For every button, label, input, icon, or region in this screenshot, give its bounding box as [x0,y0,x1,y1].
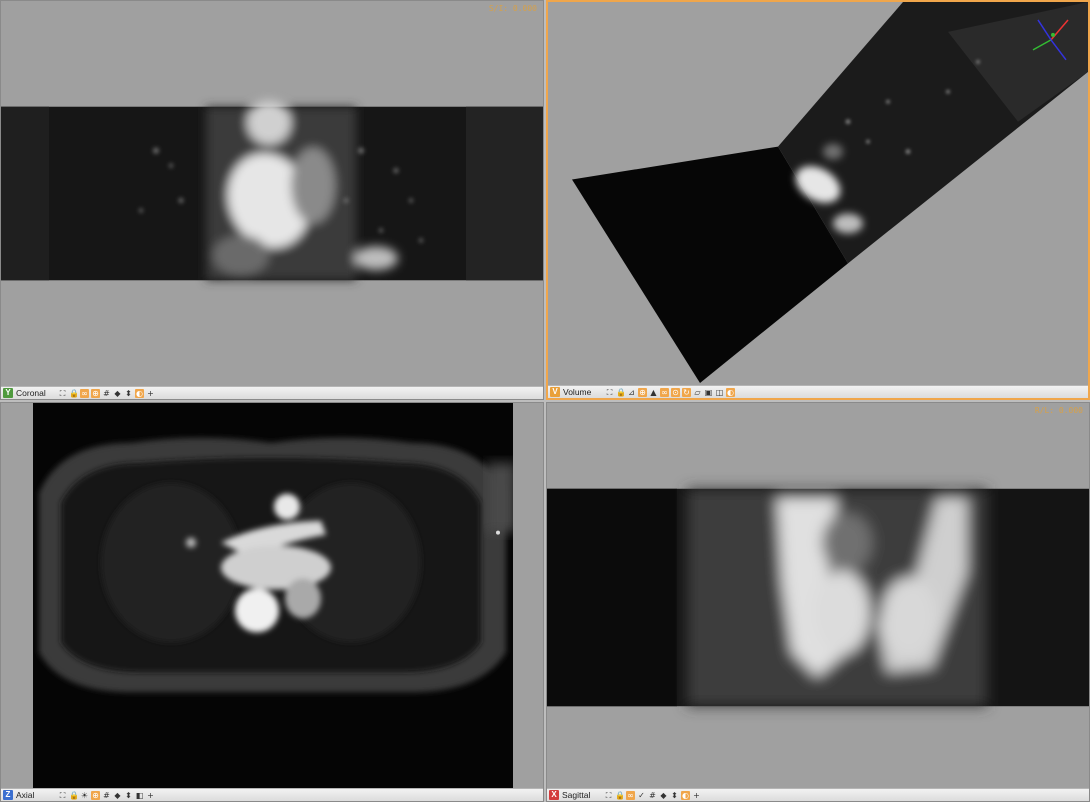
sagittal-toolbar: X Sagittal ⛶ 🔒 ∞ ✓ # ◆ ⬍ ◐ + [547,788,1089,801]
link-icon[interactable]: ∞ [80,388,89,398]
settings-icon[interactable]: ◐ [726,387,735,397]
coronal-toolbar: Y Coronal ⛶ 🔒 ∞ ⊕ # ◆ ⬍ ◐ + [1,386,543,399]
coronal-label: Coronal [16,388,46,398]
crosshair-icon[interactable]: + [692,791,701,800]
link-icon[interactable]: ∞ [626,790,635,800]
axial-viewport[interactable] [1,403,543,788]
volume-rendering [572,2,1088,384]
volume-badge[interactable]: V [550,387,560,397]
fit-icon[interactable]: ⛶ [605,388,614,397]
pin-icon[interactable]: ⊕ [638,387,647,397]
volume-view[interactable]: V Volume ⛶ 🔒 ⊿ ⊕ ▲ ∞ ⊙ ↻ ▱ ▣ ◫ ◐ [546,0,1090,400]
flip-horizontal-icon[interactable]: ◆ [113,791,122,800]
sagittal-viewport[interactable]: R/L: 0.000 [547,403,1089,788]
lock-icon[interactable]: 🔒 [616,388,626,397]
flip-vertical-icon[interactable]: ⬍ [670,791,679,800]
crosshair-icon[interactable]: + [146,791,155,800]
fit-icon[interactable]: ⛶ [58,389,67,398]
sagittal-slice-image [547,488,1089,707]
grid-icon[interactable]: # [648,791,657,800]
fit-icon[interactable]: ⛶ [604,791,613,800]
sagittal-label: Sagittal [562,790,591,800]
settings-icon[interactable]: ◐ [681,790,690,800]
flip-horizontal-icon[interactable]: ◆ [113,389,122,398]
link-icon[interactable]: ∞ [660,387,669,397]
pin-icon[interactable]: ⊕ [91,388,100,398]
axial-toolbar: Z Axial ⛶ 🔒 ☀ ⊕ # ◆ ⬍ ◧ + [1,788,543,801]
coronal-view[interactable]: S/I: 0.000 Y Coronal ⛶ 🔒 ∞ ⊕ # ◆ ⬍ ◐ + [0,0,544,400]
center-icon[interactable]: ⊙ [671,387,680,397]
lock-icon[interactable]: 🔒 [615,791,625,800]
lock-icon[interactable]: 🔒 [69,389,79,398]
coronal-viewport[interactable]: S/I: 0.000 [1,1,543,386]
slice-position-readout: R/L: 0.000 [1034,406,1083,415]
layers-icon[interactable]: ▱ [693,388,702,397]
settings-icon[interactable]: ◐ [135,388,144,398]
volume-viewport[interactable] [548,2,1088,385]
pin-icon[interactable]: ✓ [637,791,646,800]
fit-icon[interactable]: ⛶ [58,791,67,800]
slice-position-readout: S/I: 0.000 [488,4,537,13]
axial-badge[interactable]: Z [3,790,13,800]
orientation-icon[interactable]: ↻ [682,387,691,397]
volume-label: Volume [563,387,592,397]
flip-horizontal-icon[interactable]: ◆ [659,791,668,800]
axial-view[interactable]: Z Axial ⛶ 🔒 ☀ ⊕ # ◆ ⬍ ◧ + [0,402,544,802]
lock-icon[interactable]: 🔒 [69,791,79,800]
ruler-icon[interactable]: ⊿ [627,388,636,397]
sun-icon[interactable]: ☀ [80,791,89,800]
camera-icon[interactable]: ◫ [715,388,724,397]
crosshair-icon[interactable]: + [146,389,155,398]
pin-icon[interactable]: ⊕ [91,790,100,800]
coronal-badge[interactable]: Y [3,388,13,398]
axial-slice-image [1,403,543,788]
coronal-slice-image [1,100,543,281]
cube-icon[interactable]: ▣ [704,388,713,397]
cone-icon[interactable]: ▲ [649,388,658,397]
volume-toolbar: V Volume ⛶ 🔒 ⊿ ⊕ ▲ ∞ ⊙ ↻ ▱ ▣ ◫ ◐ [548,385,1088,398]
sagittal-badge[interactable]: X [549,790,559,800]
grid-icon[interactable]: # [102,389,111,398]
grid-icon[interactable]: # [102,791,111,800]
layout-icon[interactable]: ◧ [135,791,144,800]
axial-label: Axial [16,790,35,800]
flip-vertical-icon[interactable]: ⬍ [124,389,133,398]
sagittal-view[interactable]: R/L: 0.000 X Sagittal ⛶ 🔒 ∞ ✓ # ◆ ⬍ ◐ + [546,402,1090,802]
flip-vertical-icon[interactable]: ⬍ [124,791,133,800]
